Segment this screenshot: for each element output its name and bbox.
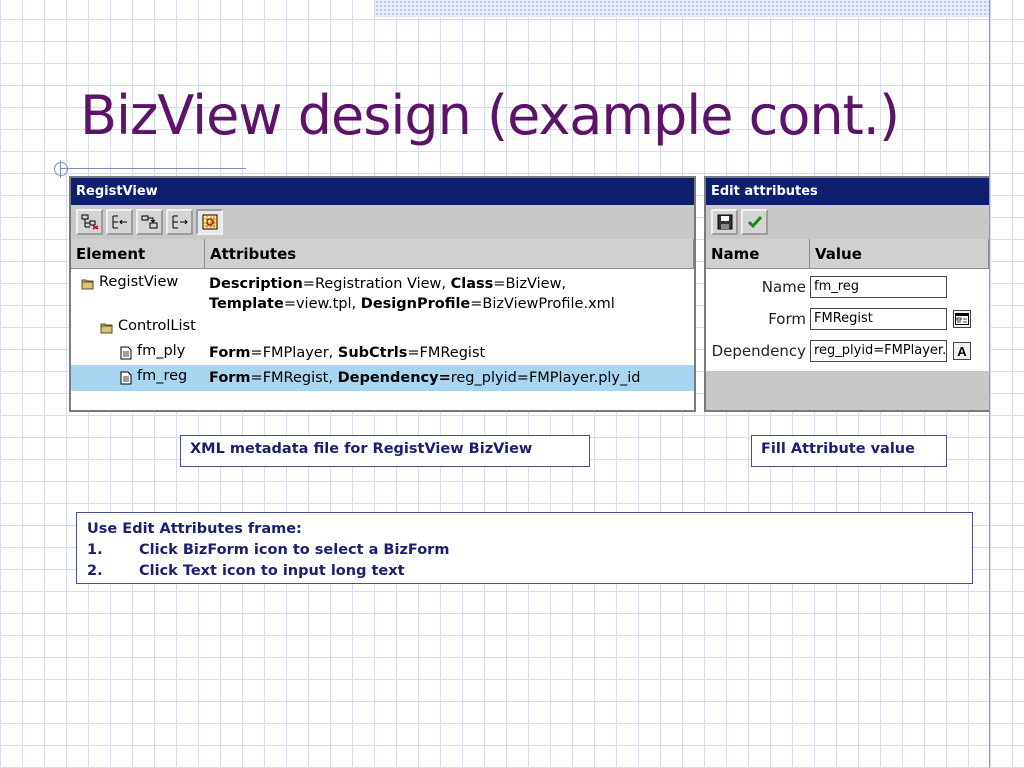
title-underline (60, 168, 246, 169)
column-header-attributes[interactable]: Attributes (205, 239, 694, 269)
attr-value: =FMRegist (407, 345, 486, 361)
tree-add-button[interactable] (76, 209, 103, 235)
indent-button[interactable] (106, 209, 133, 235)
bizform-picker-button[interactable] (953, 310, 971, 328)
element-label: fm_ply (137, 343, 186, 359)
attr-key: Class (450, 276, 494, 292)
apply-button[interactable] (741, 209, 768, 235)
step-text: Click BizForm icon to select a BizForm (139, 542, 450, 558)
element-label: ControlList (118, 318, 196, 334)
edit-attributes-toolbar (706, 205, 989, 239)
caption-fill-attribute: Fill Attribute value (751, 435, 947, 467)
text-editor-button[interactable]: A (953, 342, 971, 360)
tree-add-icon (81, 214, 98, 230)
save-button[interactable] (711, 209, 738, 235)
step-number: 1. (87, 542, 103, 558)
save-icon (717, 214, 732, 230)
indent-icon (112, 215, 127, 229)
right-divider (989, 0, 990, 768)
step-text: Click Text icon to input long text (139, 563, 405, 579)
tree-row[interactable]: ControlList (71, 315, 694, 340)
instruction-step: 1. Click BizForm icon to select a BizFor… (87, 540, 962, 561)
attr-value: =BizView, (493, 276, 567, 292)
attr-key: Dependency= (337, 370, 451, 386)
field-label-form: Form (768, 310, 806, 328)
grid-button[interactable] (196, 209, 223, 235)
registview-tree: RegistView Description=Registration View… (71, 269, 694, 410)
decorative-band (375, 0, 990, 17)
name-field[interactable]: fm_reg (810, 276, 947, 298)
attr-key: SubCtrls (337, 345, 408, 361)
attr-value: reg_plyid=FMPlayer.ply_id (450, 370, 641, 386)
move-right-button[interactable] (166, 209, 193, 235)
title-bullet-circle (54, 162, 68, 176)
field-label-dependency: Dependency (711, 342, 806, 360)
attr-key: Form (209, 345, 251, 361)
attribute-cell (205, 315, 213, 340)
column-header-value[interactable]: Value (810, 239, 989, 269)
check-icon (747, 216, 762, 229)
attribute-cell: Form=FMPlayer, SubCtrls=FMRegist (205, 340, 489, 365)
attribute-cell: Form=FMRegist, Dependency=reg_plyid=FMPl… (205, 365, 645, 391)
attribute-cell: Description=Registration View, Class=Biz… (205, 271, 619, 315)
tree-cell-element: ControlList (71, 315, 205, 340)
tree-cell-element: fm_reg (71, 365, 205, 391)
tree-cell-element: fm_ply (71, 340, 205, 365)
tree-row-selected[interactable]: fm_reg Form=FMRegist, Dependency=reg_ply… (71, 365, 694, 391)
attr-key: DesignProfile (360, 296, 471, 312)
registview-table-header: Element Attributes (71, 239, 694, 269)
instruction-step: 2. Click Text icon to input long text (87, 561, 962, 582)
caption-xml-metadata: XML metadata file for RegistView BizView (180, 435, 590, 467)
column-header-element[interactable]: Element (71, 239, 205, 269)
field-row-form: Form FMRegist (706, 303, 989, 335)
attr-value: =view.tpl, (283, 296, 361, 312)
slide-title: BizView design (example cont.) (80, 84, 900, 147)
tree-row[interactable]: RegistView Description=Registration View… (71, 271, 694, 315)
attr-value: =Registration View, (302, 276, 451, 292)
attr-key: Template (209, 296, 284, 312)
move-down-icon (141, 215, 157, 229)
dependency-field[interactable]: reg_plyid=FMPlayer.p (810, 340, 947, 362)
column-header-name[interactable]: Name (706, 239, 810, 269)
move-down-button[interactable] (136, 209, 163, 235)
tree-row[interactable]: fm_ply Form=FMPlayer, SubCtrls=FMRegist (71, 340, 694, 365)
field-label-name: Name (761, 278, 806, 296)
field-row-name: Name fm_reg (706, 271, 989, 303)
registview-toolbar (71, 205, 694, 239)
folder-icon (81, 279, 94, 290)
edit-attributes-titlebar: Edit attributes (706, 178, 989, 205)
document-icon (120, 346, 132, 360)
element-label: fm_reg (137, 368, 188, 384)
attr-value: =FMPlayer, (250, 345, 338, 361)
attr-key: Description (209, 276, 303, 292)
tree-cell-element: RegistView (71, 271, 205, 315)
edit-attributes-table-header: Name Value (706, 239, 989, 269)
field-row-dependency: Dependency reg_plyid=FMPlayer.p A (706, 335, 989, 367)
instructions-box: Use Edit Attributes frame: 1. Click BizF… (76, 512, 973, 584)
bizform-picker-icon (955, 313, 969, 325)
registview-titlebar: RegistView (71, 178, 694, 205)
registview-window: RegistView Element Attributes RegistView… (69, 176, 696, 412)
instructions-heading: Use Edit Attributes frame: (87, 521, 302, 537)
attr-value: =BizViewProfile.xml (470, 296, 615, 312)
edit-attributes-body: Name fm_reg Form FMRegist Dependency reg… (706, 269, 989, 371)
folder-icon (100, 323, 113, 334)
attr-value: =FMRegist, (250, 370, 338, 386)
edit-attributes-window: Edit attributes Name Value Name fm_reg F… (704, 176, 989, 412)
attr-key: Form (209, 370, 251, 386)
form-field[interactable]: FMRegist (810, 308, 947, 330)
step-number: 2. (87, 563, 103, 579)
move-right-icon (172, 215, 188, 229)
element-label: RegistView (99, 274, 179, 290)
document-icon (120, 371, 132, 385)
grid-icon (202, 214, 217, 230)
